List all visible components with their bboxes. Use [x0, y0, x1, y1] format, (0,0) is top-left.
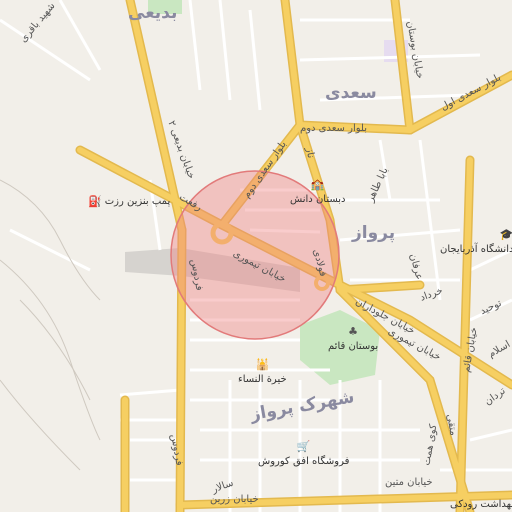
poi-health[interactable]: ✚ خانه بهداشت رودکی — [450, 483, 512, 510]
fuel-icon: ⛽ — [88, 195, 102, 208]
poi-health-label: خانه بهداشت رودکی — [450, 499, 512, 510]
shopping-cart-icon: 🛒 — [296, 440, 311, 453]
poi-store-label: فروشگاه افق کوروش — [258, 456, 350, 467]
district-label-parvaz: پرواز — [352, 223, 396, 243]
poi-school[interactable]: 🏫 دبستان دانش — [290, 178, 346, 205]
street-label-saadi-dovom: بلوار سعدی دوم — [300, 123, 367, 134]
tree-icon: ♣ — [348, 325, 359, 338]
district-label-badiei: بدیعی — [128, 3, 178, 23]
poi-school-label: دبستان دانش — [290, 194, 346, 205]
poi-store[interactable]: 🛒 فروشگاه افق کوروش — [258, 440, 349, 467]
street-label-matin: خیابان متین — [385, 477, 433, 488]
district-label-saadi: سعدی — [325, 83, 377, 103]
terrain-lines — [0, 179, 101, 471]
poi-khaira-label: خیرة النساء — [238, 374, 287, 385]
street-label-naz: ناز — [303, 146, 317, 160]
poi-gas-station[interactable]: ⛽ پمپ بنزین رزت — [88, 195, 170, 208]
graduation-icon: 🎓 — [499, 228, 512, 241]
poi-park-label: بوستان قائم — [328, 341, 379, 352]
poi-gas-station-label: پمپ بنزین رزت — [104, 196, 171, 207]
street-label-zarrin: خیابان زرین — [210, 494, 259, 505]
school-icon: 🏫 — [310, 178, 325, 191]
poi-univ[interactable]: 🎓 دانشگاه آذربایجان — [440, 228, 512, 255]
poi-park[interactable]: ♣ بوستان قائم — [328, 325, 378, 352]
map-canvas[interactable]: بدیعی سعدی پرواز شهرک پرواز شهید باقری خ… — [0, 0, 512, 512]
poi-khaira[interactable]: 🕌 خیرة النساء — [238, 358, 287, 385]
mosque-icon: 🕌 — [255, 358, 270, 371]
poi-univ-label: دانشگاه آذربایجان — [440, 244, 512, 255]
